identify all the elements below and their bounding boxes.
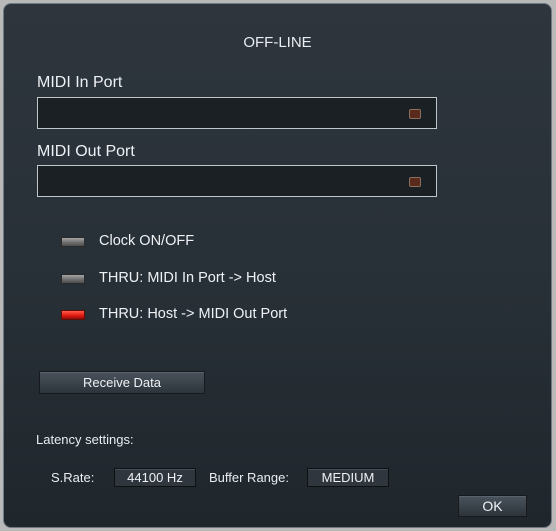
thru-host-to-out-label: THRU: Host -> MIDI Out Port: [99, 306, 288, 322]
dropdown-indicator-icon: [409, 109, 421, 119]
receive-data-button[interactable]: Receive Data: [39, 371, 205, 394]
thru-in-to-host-label: THRU: MIDI In Port -> Host: [99, 270, 276, 286]
thru-out-led-icon: [61, 310, 85, 320]
latency-settings-heading: Latency settings:: [36, 432, 134, 447]
thru-in-led-icon: [61, 274, 85, 284]
midi-in-port-label: MIDI In Port: [37, 74, 123, 91]
clock-toggle-label: Clock ON/OFF: [99, 233, 195, 249]
midi-out-port-label: MIDI Out Port: [37, 143, 135, 160]
dialog-title: OFF-LINE: [243, 34, 312, 51]
buffer-range-value[interactable]: MEDIUM: [307, 468, 389, 487]
sample-rate-label: S.Rate:: [51, 470, 95, 485]
dropdown-indicator-icon: [409, 177, 421, 187]
midi-out-port-select[interactable]: [37, 165, 437, 197]
thru-in-to-host-toggle[interactable]: THRU: MIDI In Port -> Host: [61, 270, 321, 290]
midi-in-port-select[interactable]: [37, 97, 437, 129]
ok-button[interactable]: OK: [458, 495, 527, 517]
thru-host-to-out-toggle[interactable]: THRU: Host -> MIDI Out Port: [61, 306, 331, 326]
clock-led-icon: [61, 237, 85, 247]
clock-toggle[interactable]: Clock ON/OFF: [61, 233, 261, 253]
midi-settings-dialog: OFF-LINE MIDI In Port MIDI Out Port Cloc…: [3, 3, 552, 528]
buffer-range-label: Buffer Range:: [209, 470, 289, 485]
sample-rate-value[interactable]: 44100 Hz: [114, 468, 196, 487]
